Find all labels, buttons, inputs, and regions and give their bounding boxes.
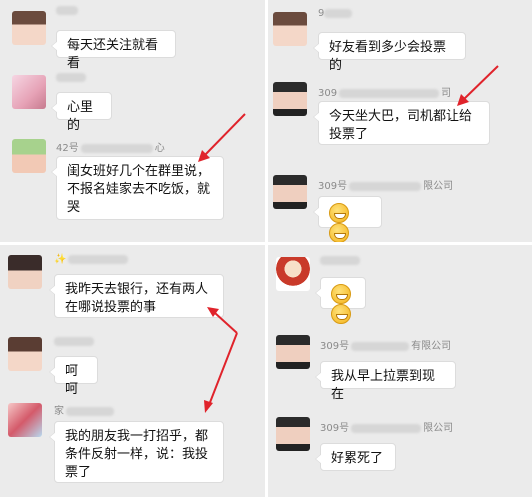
message-bubble: [313, 196, 382, 242]
message-text: 好友看到多少会投票的: [329, 40, 447, 73]
message-text: 我昨天去银行，还有两人在哪说投票的事: [65, 282, 209, 315]
chat-panel-3: ✨ 我昨天去银行，还有两人在哪说投票的事 呵呵 家 我的朋友我一打招乎，都条件反…: [0, 245, 265, 497]
message-bubble: [315, 277, 366, 324]
grin-emoji-icon: [331, 304, 351, 324]
avatar[interactable]: [12, 75, 46, 109]
sender-name: [56, 72, 86, 83]
screenshot-collage: 每天还关注就看看 心里的 42号心 闺女班好几个在群里说，不报名娃家去不吃饭，就…: [0, 0, 532, 497]
avatar[interactable]: [276, 335, 310, 369]
grin-emoji-icon: [331, 284, 351, 304]
message-bubble: 心里的: [51, 92, 112, 133]
avatar[interactable]: [8, 337, 42, 371]
message-text: 我的朋友我一打招乎，都条件反射一样，说：我投票了: [65, 429, 209, 480]
message-text: 呵呵: [65, 364, 79, 397]
message-text: 好累死了: [331, 451, 384, 466]
sender-name: 309 司: [318, 88, 452, 99]
message-bubble: 我的朋友我一打招乎，都条件反射一样，说：我投票了: [49, 421, 224, 483]
annotation-arrow: [457, 65, 499, 106]
sender-name: 42号心: [56, 143, 165, 154]
sender-name: [56, 5, 78, 16]
avatar[interactable]: [8, 255, 42, 289]
chat-panel-4: 309号 有限公司 我从早上拉票到现在 309号 限公司 好累死了: [268, 245, 532, 497]
sender-name: ✨: [54, 254, 129, 265]
avatar[interactable]: [8, 403, 42, 437]
message-bubble: 每天还关注就看看: [51, 30, 176, 71]
message-text: 心里的: [67, 100, 94, 133]
chat-panel-2: 9 好友看到多少会投票的 309 司 今天坐大巴，司机都让给投票了 309号 限公司: [268, 0, 532, 242]
avatar[interactable]: [273, 175, 307, 209]
avatar[interactable]: [273, 82, 307, 116]
avatar[interactable]: [276, 257, 310, 291]
avatar[interactable]: [12, 139, 46, 173]
grin-emoji-icon: [329, 223, 349, 242]
message-text: 每天还关注就看看: [67, 38, 159, 71]
avatar[interactable]: [12, 11, 46, 45]
sender-name: [54, 336, 94, 347]
sender-name: 309号 限公司: [320, 423, 454, 434]
sender-name: 9: [318, 8, 353, 19]
message-text: 我从早上拉票到现在: [331, 369, 436, 402]
message-bubble: 好友看到多少会投票的: [313, 32, 466, 73]
message-bubble: 好累死了: [315, 443, 396, 471]
sender-name: 家: [54, 402, 114, 417]
message-bubble: 我从早上拉票到现在: [315, 361, 456, 402]
sender-name: [320, 255, 360, 266]
grin-emoji-icon: [329, 203, 349, 223]
chat-panel-1: 每天还关注就看看 心里的 42号心 闺女班好几个在群里说，不报名娃家去不吃饭，就…: [0, 0, 265, 242]
annotation-arrow: [204, 307, 238, 413]
sender-name: 309号 有限公司: [320, 341, 452, 352]
message-bubble: 呵呵: [49, 356, 98, 397]
avatar[interactable]: [276, 417, 310, 451]
message-text: 闺女班好几个在群里说，不报名娃家去不吃饭，就哭: [67, 164, 211, 215]
avatar[interactable]: [273, 12, 307, 46]
annotation-arrow: [198, 113, 246, 162]
sender-name: 309号 限公司: [318, 181, 454, 192]
message-text: 今天坐大巴，司机都让给投票了: [329, 109, 473, 142]
